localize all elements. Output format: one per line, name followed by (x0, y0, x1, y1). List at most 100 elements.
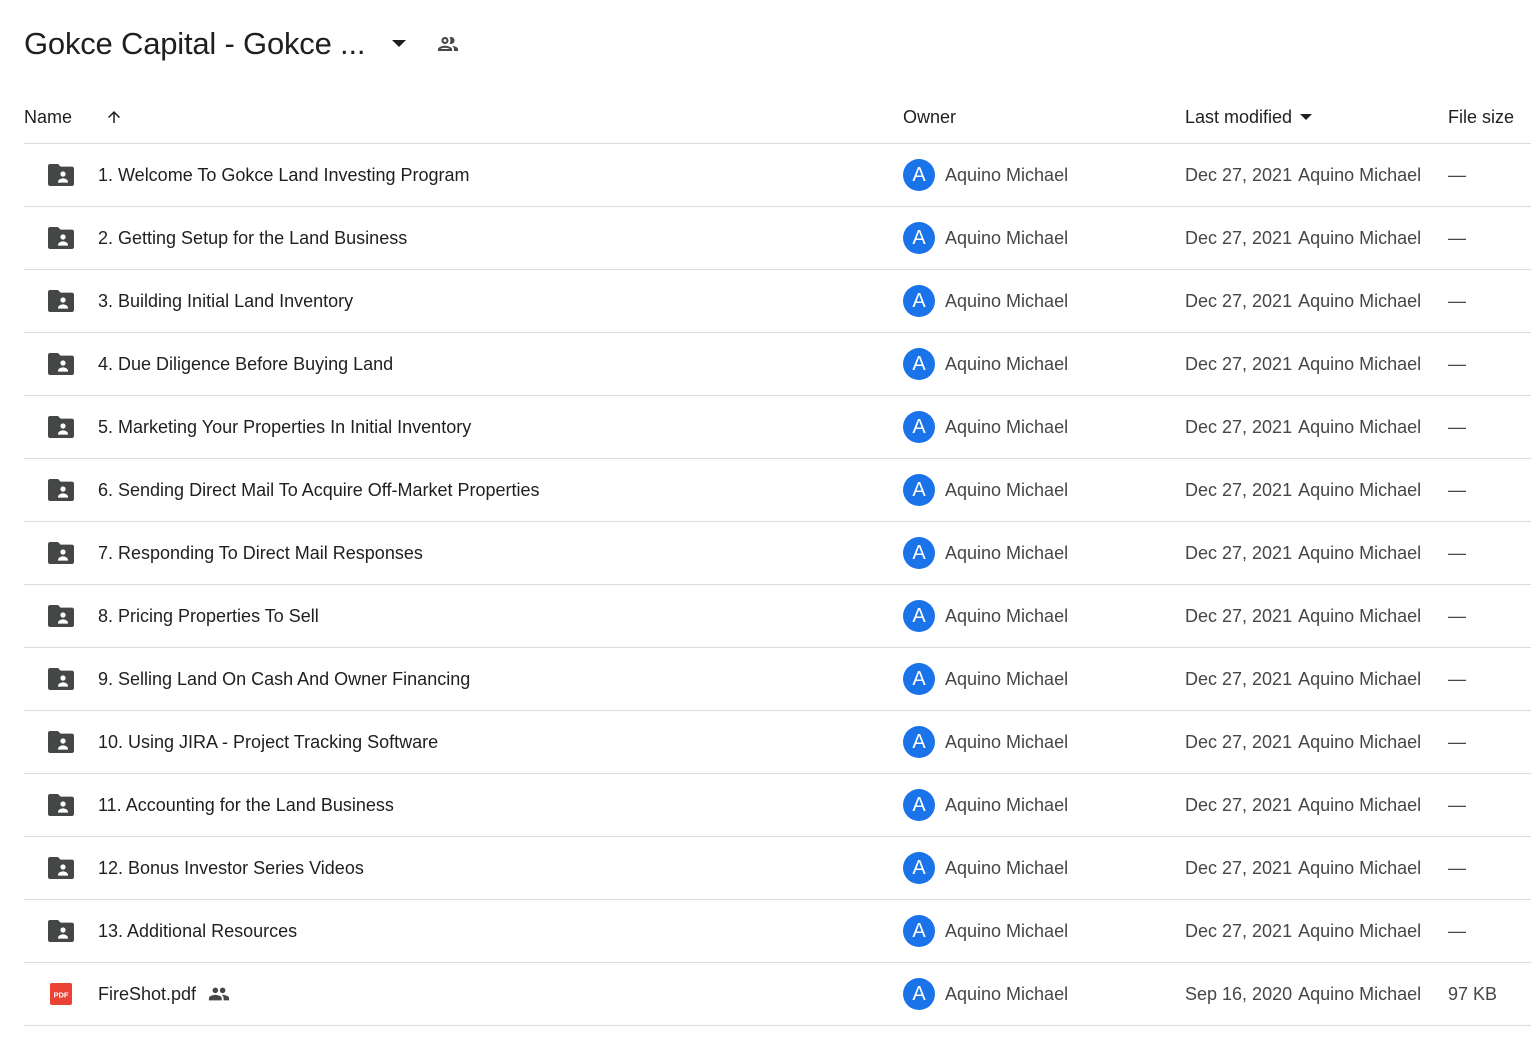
avatar[interactable]: A (903, 663, 935, 695)
owner-name: Aquino Michael (945, 416, 1069, 437)
table-row[interactable]: 6. Sending Direct Mail To Acquire Off-Ma… (24, 459, 1531, 522)
file-size: — (1448, 794, 1466, 815)
table-row[interactable]: 12. Bonus Investor Series Videos A Aquino … (24, 837, 1531, 900)
file-name-cell[interactable]: 8. Pricing Properties To Sell (98, 585, 319, 647)
file-name-cell[interactable]: 4. Due Diligence Before Buying Land (98, 333, 393, 395)
table-row[interactable]: 9. Selling Land On Cash And Owner Financ… (24, 648, 1531, 711)
modified-date: Sep 16, 2020 (1185, 983, 1293, 1004)
shared-folder-icon (48, 774, 74, 836)
last-modified-cell: Dec 27, 2021 Aquino Michael (1185, 144, 1421, 206)
file-name-cell[interactable]: 12. Bonus Investor Series Videos (98, 837, 364, 899)
avatar[interactable]: A (903, 474, 935, 506)
owner-cell: A Aquino Michael (903, 837, 1068, 899)
table-row[interactable]: 7. Responding To Direct Mail Responses A A… (24, 522, 1531, 585)
owner-name: Aquino Michael (945, 794, 1069, 815)
modified-date: Dec 27, 2021 (1185, 668, 1293, 689)
owner-name: Aquino Michael (945, 857, 1069, 878)
modified-date: Dec 27, 2021 (1185, 731, 1293, 752)
sort-direction-button[interactable] (102, 96, 126, 138)
file-name-cell[interactable]: 1. Welcome To Gokce Land Investing Progr… (98, 144, 470, 206)
modified-by: Aquino Michael (1298, 605, 1422, 626)
owner-cell: A Aquino Michael (903, 774, 1068, 836)
avatar[interactable]: A (903, 978, 935, 1010)
owner-name: Aquino Michael (945, 353, 1069, 374)
avatar[interactable]: A (903, 600, 935, 632)
avatar[interactable]: A (903, 159, 935, 191)
table-row[interactable]: 13. Additional Resources A Aquino Michael D… (24, 900, 1531, 963)
file-size: — (1448, 164, 1466, 185)
avatar[interactable]: A (903, 537, 935, 569)
table-row[interactable]: 4. Due Diligence Before Buying Land A Aqui… (24, 333, 1531, 396)
last-modified-cell: Dec 27, 2021 Aquino Michael (1185, 333, 1421, 395)
shared-folder-icon (48, 144, 74, 206)
modified-by: Aquino Michael (1298, 668, 1422, 689)
file-name-cell[interactable]: 3. Building Initial Land Inventory (98, 270, 353, 332)
avatar[interactable]: A (903, 726, 935, 758)
column-name-header[interactable]: Name (24, 96, 72, 138)
last-modified-cell: Dec 27, 2021 Aquino Michael (1185, 774, 1421, 836)
table-row[interactable]: 10. Using JIRA - Project Tracking Softwa… (24, 711, 1531, 774)
file-size: — (1448, 479, 1466, 500)
modified-date: Dec 27, 2021 (1185, 857, 1293, 878)
modified-date: Dec 27, 2021 (1185, 479, 1293, 500)
file-size: — (1448, 353, 1466, 374)
table-row[interactable]: 11. Accounting for the Land Business A Aqu… (24, 774, 1531, 837)
avatar[interactable]: A (903, 348, 935, 380)
modified-by: Aquino Michael (1298, 353, 1422, 374)
modified-by: Aquino Michael (1298, 479, 1422, 500)
file-name: 8. Pricing Properties To Sell (98, 605, 319, 626)
file-name-cell[interactable]: 5. Marketing Your Properties In Initial … (98, 396, 471, 458)
file-name: 9. Selling Land On Cash And Owner Financ… (98, 668, 471, 689)
avatar[interactable]: A (903, 285, 935, 317)
file-name-cell[interactable]: 11. Accounting for the Land Business (98, 774, 394, 836)
owner-name: Aquino Michael (945, 290, 1069, 311)
avatar[interactable]: A (903, 915, 935, 947)
avatar[interactable]: A (903, 852, 935, 884)
last-modified-cell: Dec 27, 2021 Aquino Michael (1185, 711, 1421, 773)
table-row[interactable]: PDF FireShot.pdf A Aquino Michael Sep 16, 20… (24, 963, 1531, 1026)
avatar[interactable]: A (903, 789, 935, 821)
owner-name: Aquino Michael (945, 668, 1069, 689)
file-name: 7. Responding To Direct Mail Responses (98, 542, 423, 563)
column-header-row: Name Owner Last modified File size (0, 96, 1531, 142)
column-last-modified-header[interactable]: Last modified (1185, 96, 1313, 138)
file-name-cell[interactable]: FireShot.pdf (98, 963, 230, 1025)
shared-people-button[interactable] (435, 31, 461, 57)
file-name-cell[interactable]: 10. Using JIRA - Project Tracking Softwa… (98, 711, 438, 773)
arrow-drop-down-icon (392, 40, 407, 47)
file-name-cell[interactable]: 6. Sending Direct Mail To Acquire Off-Ma… (98, 459, 540, 521)
people-icon (208, 983, 230, 1005)
table-row[interactable]: 3. Building Initial Land Inventory A Aquin… (24, 270, 1531, 333)
file-name: 11. Accounting for the Land Business (98, 794, 394, 815)
folder-title[interactable]: Gokce Capital - Gokce ... (24, 26, 366, 62)
pdf-icon: PDF (48, 963, 74, 1025)
folder-menu-dropdown[interactable] (389, 34, 409, 54)
file-size: — (1448, 416, 1466, 437)
table-row[interactable]: 5. Marketing Your Properties In Initial … (24, 396, 1531, 459)
file-size: — (1448, 731, 1466, 752)
avatar[interactable]: A (903, 222, 935, 254)
avatar[interactable]: A (903, 411, 935, 443)
file-name: 4. Due Diligence Before Buying Land (98, 353, 394, 374)
owner-name: Aquino Michael (945, 227, 1069, 248)
file-size: — (1448, 920, 1466, 941)
shared-folder-icon (48, 522, 74, 584)
file-name-cell[interactable]: 2. Getting Setup for the Land Business (98, 207, 407, 269)
file-name: 5. Marketing Your Properties In Initial … (98, 416, 472, 437)
file-name-cell[interactable]: 13. Additional Resources (98, 900, 297, 962)
owner-cell: A Aquino Michael (903, 900, 1068, 962)
modified-by: Aquino Michael (1298, 857, 1422, 878)
owner-name: Aquino Michael (945, 983, 1069, 1004)
shared-folder-icon (48, 648, 74, 710)
file-name-cell[interactable]: 7. Responding To Direct Mail Responses (98, 522, 423, 584)
table-row[interactable]: 1. Welcome To Gokce Land Investing Progr… (24, 144, 1531, 207)
shared-folder-icon (48, 396, 74, 458)
file-size: 97 KB (1448, 983, 1498, 1004)
table-row[interactable]: 2. Getting Setup for the Land Business A A… (24, 207, 1531, 270)
owner-cell: A Aquino Michael (903, 648, 1068, 710)
modified-date: Dec 27, 2021 (1185, 794, 1293, 815)
table-row[interactable]: 8. Pricing Properties To Sell A Aquino Mic… (24, 585, 1531, 648)
last-modified-cell: Dec 27, 2021 Aquino Michael (1185, 459, 1421, 521)
file-name-cell[interactable]: 9. Selling Land On Cash And Owner Financ… (98, 648, 470, 710)
last-modified-cell: Dec 27, 2021 Aquino Michael (1185, 522, 1421, 584)
